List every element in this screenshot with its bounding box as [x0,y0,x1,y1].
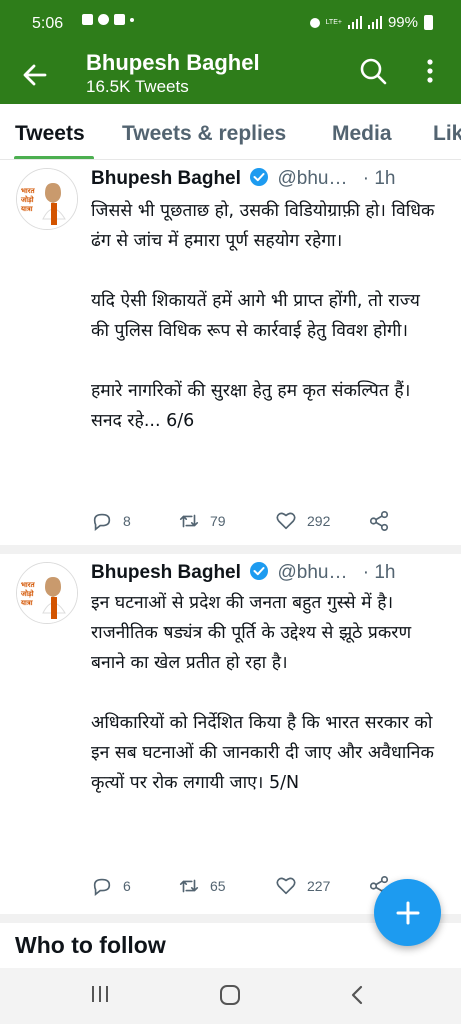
app-icon [114,14,125,25]
search-icon[interactable] [358,56,388,86]
retweet-icon [179,514,199,528]
avatar-label: भारत जोड़ो यात्रा [21,581,35,607]
chat-icon [98,14,109,25]
system-navigation-bar [0,968,461,1024]
tweet-count: 16.5K Tweets [86,77,189,96]
share-button[interactable] [368,510,390,532]
compose-tweet-button[interactable] [374,879,441,946]
tweet-text: इन घटनाओं से प्रदेश की जनता बहुत गुस्से … [91,593,434,793]
author-name[interactable]: Bhupesh Baghel [91,168,241,189]
retweet-icon [179,879,199,893]
like-count: 227 [307,878,331,894]
like-button[interactable]: 292 [275,510,330,532]
avatar[interactable]: भारत जोड़ो यात्रा [16,562,78,624]
tweet-actions: 6 65 227 [91,875,401,899]
verified-badge-icon [250,168,269,186]
verified-badge-icon [250,562,269,580]
tweet-text: जिससे भी पूछताछ हो, उसकी विडियोग्राफ़ी ह… [91,201,435,431]
reply-count: 6 [123,878,131,894]
compose-plus-icon [396,901,419,924]
back-arrow-icon[interactable] [18,58,52,92]
tweet-card[interactable]: भारत जोड़ो यात्रा Bhupesh Baghel @bhu… ·… [0,554,461,914]
network-type: LTE+ [325,19,342,26]
like-icon [276,877,296,895]
tweet-header: Bhupesh Baghel @bhu… · 1h [91,167,396,190]
reply-button[interactable]: 8 [91,510,131,532]
tab-media[interactable]: Media [332,122,392,146]
battery-percent: 99% [387,14,418,31]
tweet-time: · 1h [362,562,396,583]
signal-icon-2 [367,16,382,29]
like-count: 292 [307,513,331,529]
retweet-count: 79 [210,513,226,529]
retweet-button[interactable]: 79 [178,510,226,532]
retweet-button[interactable]: 65 [178,875,226,897]
author-name[interactable]: Bhupesh Baghel [91,562,241,583]
reply-icon [93,513,111,531]
author-handle[interactable]: @bhu… [277,168,347,189]
tab-tweets-replies[interactable]: Tweets & replies [122,122,286,146]
reply-icon [93,878,111,896]
tab-likes[interactable]: Lik [433,122,461,146]
reply-count: 8 [123,513,131,529]
more-vertical-icon[interactable] [418,56,442,86]
profile-header: Bhupesh Baghel 16.5K Tweets [0,50,461,104]
retweet-count: 65 [210,878,226,894]
back-icon[interactable] [349,984,365,1006]
author-handle[interactable]: @bhu… [277,562,347,583]
tweet-divider [0,545,461,554]
alarm-icon [309,17,320,28]
tab-tweets[interactable]: Tweets [15,122,85,146]
tweet-header: Bhupesh Baghel @bhu… · 1h [91,561,396,584]
avatar-label: भारत जोड़ो यात्रा [21,187,35,213]
status-time: 5:06 [32,15,64,32]
signal-icon [347,16,362,29]
home-icon[interactable] [219,984,241,1006]
status-bar: 5:06 LTE+ 99% [0,0,461,50]
profile-name: Bhupesh Baghel [86,50,260,75]
reply-button[interactable]: 6 [91,875,131,897]
avatar[interactable]: भारत जोड़ो यात्रा [16,168,78,230]
who-to-follow-heading: Who to follow [15,932,166,958]
notification-icons [82,14,134,25]
recent-apps-icon[interactable] [90,984,110,1004]
system-icons: LTE+ 99% [309,14,433,31]
tweet-actions: 8 79 292 [91,510,401,534]
like-button[interactable]: 227 [275,875,330,897]
tweet-card[interactable]: भारत जोड़ो यात्रा Bhupesh Baghel @bhu… ·… [0,160,461,545]
gallery-icon [82,14,93,25]
share-icon [369,511,389,531]
battery-icon [424,15,433,30]
profile-tabs: Tweets Tweets & replies Media Lik [0,104,461,160]
more-notifications-icon [130,17,134,22]
like-icon [276,512,296,530]
tweet-time: · 1h [362,168,396,189]
